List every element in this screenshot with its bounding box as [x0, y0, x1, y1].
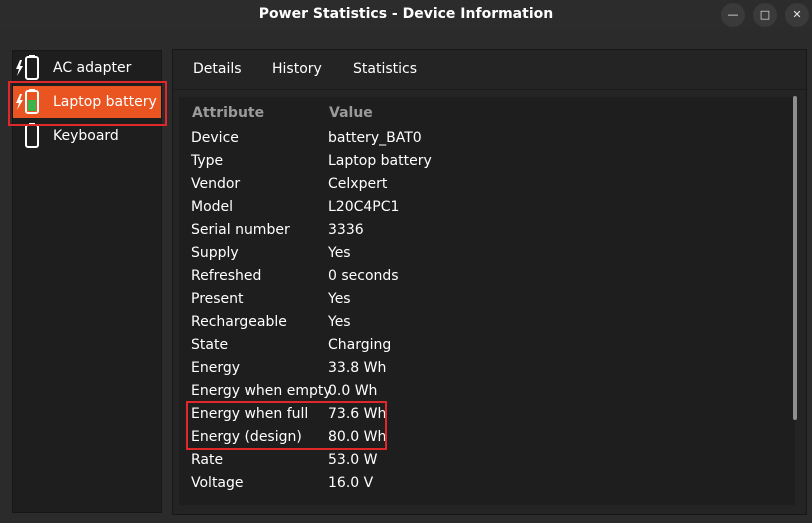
attribute-cell: Energy when full [191, 406, 309, 422]
value-cell: L20C4PC1 [328, 199, 400, 215]
maximize-button[interactable]: □ [753, 3, 777, 27]
table-row[interactable]: Vendor Celxpert [179, 176, 779, 199]
attribute-cell: Refreshed [191, 268, 262, 284]
attribute-cell: Vendor [191, 176, 241, 192]
table-scrollbar[interactable] [793, 96, 797, 420]
minimize-icon: — [727, 8, 739, 21]
value-cell: 33.8 Wh [328, 360, 387, 376]
attribute-cell: Present [191, 291, 244, 307]
window-title: Power Statistics - Device Information [258, 6, 554, 22]
attribute-cell: Energy (design) [191, 429, 302, 445]
table-row[interactable]: Present Yes [179, 291, 779, 314]
attribute-cell: Device [191, 130, 239, 146]
attribute-cell: Supply [191, 245, 239, 261]
value-cell: 0 seconds [328, 268, 399, 284]
table-row[interactable]: Serial number 3336 [179, 222, 779, 245]
attribute-cell: State [191, 337, 229, 353]
value-cell: 73.6 Wh [328, 406, 387, 422]
table-row[interactable]: Energy when empty 0.0 Wh [179, 383, 779, 406]
table-row[interactable]: Supply Yes [179, 245, 779, 268]
column-header-value[interactable]: Value [329, 105, 373, 121]
keyboard-battery-icon [25, 123, 39, 148]
attribute-cell: Model [191, 199, 234, 215]
table-row[interactable]: Refreshed 0 seconds [179, 268, 779, 291]
table-row[interactable]: Device battery_BAT0 [179, 130, 779, 153]
table-row[interactable]: Energy when full 73.6 Wh [179, 406, 779, 429]
device-item-label: Keyboard [53, 128, 119, 144]
attribute-cell: Serial number [191, 222, 290, 238]
battery-charging-icon [16, 89, 39, 114]
tab-bar: Details History Statistics [173, 50, 806, 90]
table-row[interactable]: Energy (design) 80.0 Wh [179, 429, 779, 452]
value-cell: battery_BAT0 [328, 130, 422, 146]
title-bar: Power Statistics - Device Information — … [0, 0, 812, 30]
value-cell: 53.0 W [328, 452, 378, 468]
attribute-cell: Energy when empty [191, 383, 332, 399]
device-item-label: AC adapter [53, 60, 132, 76]
close-button[interactable]: ✕ [785, 3, 809, 27]
table-row[interactable]: Model L20C4PC1 [179, 199, 779, 222]
value-cell: Celxpert [328, 176, 388, 192]
table-row[interactable]: Type Laptop battery [179, 153, 779, 176]
device-item-label: Laptop battery [53, 94, 157, 110]
table-row[interactable]: Rate 53.0 W [179, 452, 779, 475]
details-panel: Details History Statistics Attribute Val… [172, 49, 807, 515]
minimize-button[interactable]: — [721, 3, 745, 27]
table-row[interactable]: Energy 33.8 Wh [179, 360, 779, 383]
tab-details[interactable]: Details [193, 61, 242, 77]
attributes-table: Attribute Value Device battery_BAT0 Type… [179, 97, 795, 505]
table-row[interactable]: State Charging [179, 337, 779, 360]
attribute-cell: Rate [191, 452, 224, 468]
value-cell: Yes [328, 245, 351, 261]
device-list: AC adapter Laptop battery Keyboard [12, 50, 162, 513]
value-cell: Charging [328, 337, 392, 353]
value-cell: 16.0 V [328, 475, 374, 491]
tab-statistics[interactable]: Statistics [353, 61, 417, 77]
value-cell: 80.0 Wh [328, 429, 387, 445]
maximize-icon: □ [759, 8, 771, 21]
attribute-cell: Type [191, 153, 224, 169]
value-cell: 3336 [328, 222, 364, 238]
table-row[interactable]: Rechargeable Yes [179, 314, 779, 337]
device-item-ac-adapter[interactable]: AC adapter [13, 52, 161, 84]
value-cell: Yes [328, 291, 351, 307]
value-cell: Laptop battery [328, 153, 432, 169]
tab-history[interactable]: History [272, 61, 322, 77]
attribute-cell: Energy [191, 360, 241, 376]
table-row[interactable]: Voltage 16.0 V [179, 475, 779, 498]
value-cell: 0.0 Wh [328, 383, 378, 399]
device-item-keyboard[interactable]: Keyboard [13, 120, 161, 152]
close-icon: ✕ [792, 8, 802, 21]
attribute-cell: Voltage [191, 475, 244, 491]
column-header-attribute[interactable]: Attribute [192, 105, 264, 121]
attribute-cell: Rechargeable [191, 314, 287, 330]
value-cell: Yes [328, 314, 351, 330]
device-item-laptop-battery[interactable]: Laptop battery [13, 86, 161, 118]
ac-adapter-icon [16, 55, 39, 80]
